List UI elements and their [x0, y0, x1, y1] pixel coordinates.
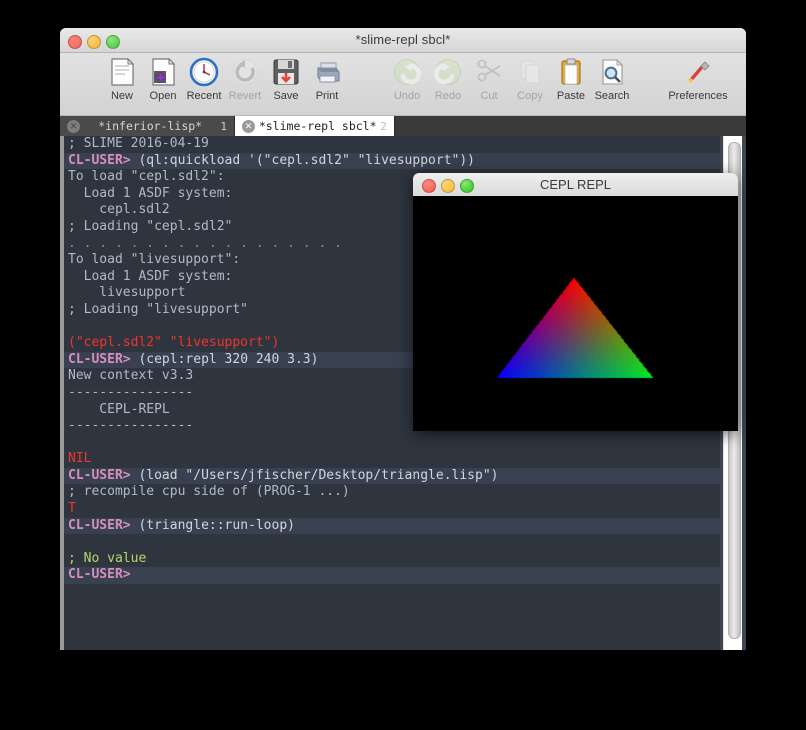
repl-output: ("cepl.sdl2" "livesupport"): [68, 335, 280, 351]
repl-input: (cepl:repl 320 240 3.3): [130, 351, 319, 367]
repl-line: T: [64, 501, 720, 518]
tab-inferior-lisp-label: *inferior-lisp*: [98, 119, 203, 133]
repl-output: [68, 435, 76, 450]
cepl-repl-window: CEPL REPL: [413, 173, 738, 431]
cepl-window-title: CEPL REPL: [539, 177, 612, 192]
repl-line: ; SLIME 2016-04-19: [64, 136, 720, 153]
window-title: *slime-repl sbcl*: [355, 32, 451, 47]
repl-output: cepl.sdl2: [68, 202, 170, 218]
repl-line: [64, 435, 720, 452]
repl-line: ; recompile cpu side of (PROG-1 ...): [64, 484, 720, 501]
repl-output: ; SLIME 2016-04-19: [68, 136, 209, 151]
repl-input: (triangle::run-loop): [130, 517, 295, 533]
toolbar-print-label: Print: [315, 90, 339, 102]
cepl-titlebar: CEPL REPL: [413, 173, 738, 197]
repl-prompt-line: CL-USER>: [64, 567, 720, 585]
repl-line: [64, 534, 720, 551]
repl-prompt: CL-USER>: [68, 467, 131, 483]
repl-prompt-line: CL-USER> (triangle::run-loop): [64, 517, 720, 535]
tab-slime-repl[interactable]: ✕ *slime-repl sbcl* 2: [235, 116, 395, 136]
opengl-canvas: [413, 196, 738, 431]
repl-prompt: CL-USER>: [68, 351, 131, 367]
repl-output: . . . . . . . . . . . . . . . . . .: [68, 235, 342, 251]
toolbar-search-button[interactable]: Search: [586, 55, 638, 102]
repl-output: To load "cepl.sdl2":: [68, 169, 225, 185]
repl-prompt: CL-USER>: [68, 567, 131, 583]
repl-output: Load 1 ASDF system:: [68, 185, 233, 201]
repl-output: ; Loading "cepl.sdl2": [68, 218, 233, 234]
repl-output: ; Loading "livesupport": [68, 301, 249, 317]
tab-slime-repl-label: *slime-repl sbcl*: [258, 119, 377, 133]
repl-output: T: [68, 501, 76, 517]
tab-close-icon[interactable]: ✕: [242, 119, 255, 133]
repl-output: NIL: [68, 451, 92, 467]
toolbar: New Open Recent Revert Save Print Undo R…: [60, 53, 746, 116]
repl-output: New context v3.3: [68, 368, 194, 384]
toolbar-preferences-button[interactable]: Preferences: [664, 55, 732, 102]
screen: *slime-repl sbcl* New Open Recent Revert…: [0, 0, 806, 730]
magnifier-icon: [586, 55, 638, 89]
repl-prompt-line: CL-USER> (load "/Users/jfischer/Desktop/…: [64, 467, 720, 485]
repl-output: livesupport: [68, 285, 186, 301]
tab-slime-repl-number: 2: [380, 119, 387, 133]
window-titlebar: *slime-repl sbcl*: [60, 28, 746, 53]
toolbar-print-button[interactable]: Print: [301, 55, 353, 102]
tab-inferior-lisp-number: 1: [220, 119, 227, 133]
repl-input: (load "/Users/jfischer/Desktop/triangle.…: [130, 467, 499, 483]
toolbar-search-label: Search: [594, 90, 630, 102]
repl-output: CEPL-REPL: [68, 401, 170, 417]
repl-output: ----------------: [68, 418, 194, 434]
tab-inferior-lisp[interactable]: ✕ *inferior-lisp* 1: [60, 116, 235, 136]
tab-bar: ✕ *inferior-lisp* 1 ✕ *slime-repl sbcl* …: [60, 116, 746, 136]
repl-output: ; No value: [68, 550, 147, 566]
repl-prompt: CL-USER>: [68, 517, 131, 533]
repl-output: To load "livesupport":: [68, 252, 241, 268]
repl-prompt: CL-USER>: [68, 152, 131, 168]
repl-output: Load 1 ASDF system:: [68, 268, 233, 284]
repl-output: ----------------: [68, 384, 194, 400]
question-mark-icon: ?: [737, 55, 746, 89]
tab-bar-filler: [395, 116, 746, 136]
repl-output: ; recompile cpu side of (PROG-1 ...): [68, 484, 350, 500]
repl-line: NIL: [64, 451, 720, 468]
repl-output: [68, 319, 76, 334]
screwdriver-icon: [664, 55, 732, 89]
repl-output: [68, 534, 76, 549]
rgb-gradient-triangle: [413, 196, 738, 431]
repl-line: ; No value: [64, 551, 720, 568]
repl-input: (ql:quickload '("cepl.sdl2" "livesupport…: [130, 152, 475, 168]
tab-close-icon[interactable]: ✕: [67, 119, 80, 133]
toolbar-help-button[interactable]: ? Help: [737, 55, 746, 102]
printer-icon: [301, 55, 353, 89]
toolbar-preferences-label: Preferences: [668, 90, 728, 102]
repl-prompt-line: CL-USER> (ql:quickload '("cepl.sdl2" "li…: [64, 152, 720, 170]
toolbar-help-label: Help: [737, 90, 746, 102]
